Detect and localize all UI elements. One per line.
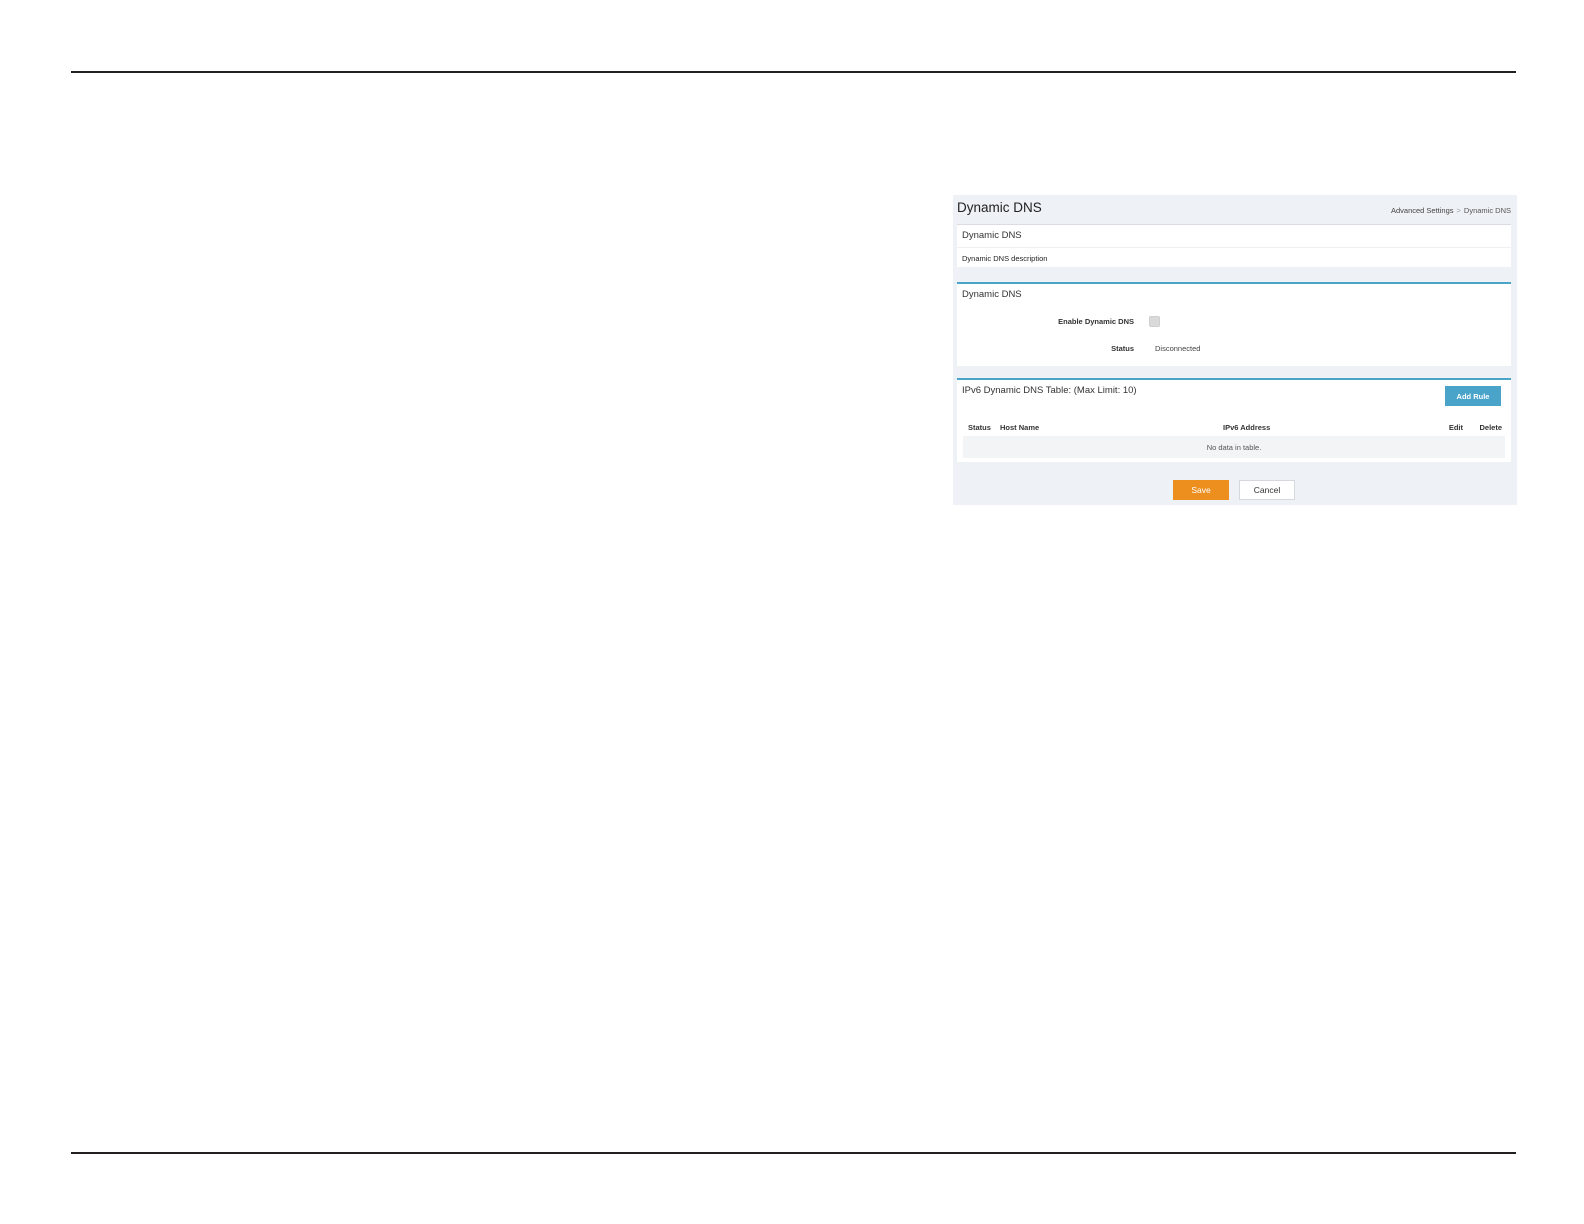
- column-header-host-name: Host Name: [1000, 423, 1040, 432]
- top-rule: [71, 71, 1516, 73]
- column-header-ipv6-address: IPv6 Address: [1223, 423, 1271, 432]
- column-header-edit: Edit: [1448, 423, 1463, 432]
- bottom-rule: [71, 1152, 1516, 1154]
- breadcrumb-current: Dynamic DNS: [1463, 206, 1511, 215]
- column-header-delete: Delete: [1479, 423, 1502, 432]
- cancel-button[interactable]: Cancel: [1239, 480, 1295, 500]
- settings-card-title: Dynamic DNS: [962, 289, 1022, 300]
- table-empty-text: No data in table.: [1206, 443, 1262, 452]
- enable-dynamic-dns-checkbox[interactable]: [1149, 316, 1160, 327]
- page-header: Dynamic DNS Advanced Settings > Dynamic DN…: [957, 198, 1511, 220]
- description-divider: [957, 247, 1511, 248]
- column-header-status: Status: [968, 423, 991, 432]
- save-button[interactable]: Save: [1173, 480, 1229, 500]
- description-card-title: Dynamic DNS: [962, 230, 1022, 241]
- status-value: Disconnected: [1155, 344, 1201, 353]
- ipv6-table-title: IPv6 Dynamic DNS Table: (Max Limit: 10): [962, 385, 1137, 396]
- add-rule-button[interactable]: Add Rule: [1445, 386, 1501, 406]
- breadcrumb-advanced-settings[interactable]: Advanced Settings: [1391, 206, 1454, 215]
- ipv6-table-card: IPv6 Dynamic DNS Table: (Max Limit: 10) …: [957, 378, 1511, 462]
- status-label: Status: [1111, 344, 1134, 353]
- page-title: Dynamic DNS: [957, 200, 1042, 215]
- breadcrumb: Advanced Settings > Dynamic DNS: [1391, 206, 1511, 215]
- enable-dynamic-dns-label: Enable Dynamic DNS: [1058, 317, 1134, 326]
- dynamic-dns-screenshot: Dynamic DNS Advanced Settings > Dynamic DN…: [953, 195, 1517, 505]
- settings-card: Dynamic DNS Enable Dynamic DNS Status Di…: [957, 282, 1511, 366]
- description-text: Dynamic DNS description: [962, 254, 1048, 263]
- breadcrumb-separator: >: [1456, 206, 1461, 215]
- table-empty-row: No data in table.: [963, 436, 1505, 458]
- description-card: Dynamic DNS Dynamic DNS description: [957, 224, 1511, 267]
